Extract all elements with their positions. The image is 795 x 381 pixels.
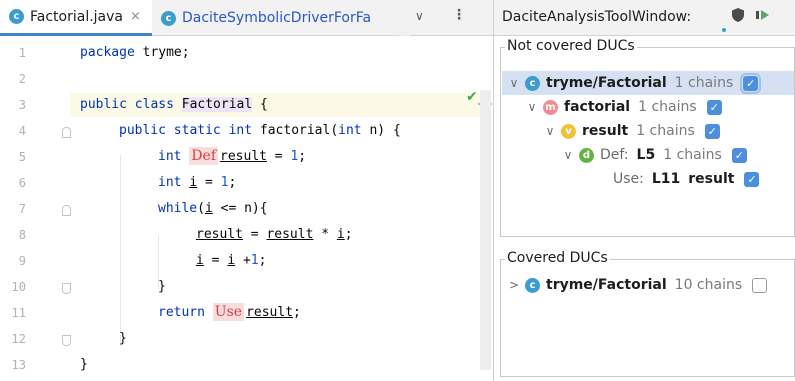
chevron-down-icon[interactable]: ∨ [507,76,521,90]
class-icon: c [525,75,540,91]
notification-dot [722,28,726,32]
indent-guide [120,155,121,345]
code-area[interactable]: package tryme; public class Factorial { … [0,37,480,381]
fold-handle-icon[interactable] [62,127,71,138]
chevron-right-icon[interactable]: > [507,278,521,292]
covered-ducs-panel: Covered DUCs > c tryme/Factorial 10 chai… [500,250,795,377]
class-icon: c [525,277,540,293]
chevron-down-icon[interactable]: ∨ [561,148,575,162]
checkbox[interactable]: ✓ [740,72,762,94]
class-name-highlight: Factorial [181,97,253,112]
chevron-down-icon[interactable]: ∨ [543,124,557,138]
line-number: 10 [11,280,26,294]
class-icon: c [161,10,176,26]
editor-tab-bar: c Factorial.java × c DaciteSymbolicDrive… [0,0,493,36]
tab-label: DaciteSymbolicDriverForFa [182,10,372,26]
use-marker[interactable]: Use [212,303,245,321]
close-icon[interactable]: × [130,9,141,24]
code-line-12: } [119,331,127,346]
fold-handle-icon[interactable] [62,205,71,216]
variable-icon: v [561,123,576,139]
def-line: L5 [636,147,656,163]
chain-count: 1 chains [636,123,695,139]
definition-icon: d [579,147,594,163]
chain-count: 1 chains [663,147,722,163]
code-editor[interactable]: c Factorial.java × c DaciteSymbolicDrive… [0,0,493,381]
node-label: result [582,123,629,139]
line-number: 3 [18,98,26,112]
tab-list-chevron-icon[interactable]: ∨ [415,9,424,23]
tree-node-class[interactable]: ∨ c tryme/Factorial 1 chains ✓ [507,71,762,95]
line-number: 6 [18,176,26,190]
line-number: 2 [18,72,26,86]
code-line-11: return Use result; [158,303,301,321]
vertical-scrollbar[interactable] [480,90,491,370]
line-number-gutter[interactable]: 1 2 3 4 5 6 7 8 9 10 11 12 13 [0,37,71,381]
chain-count: 10 chains [674,277,743,293]
dacite-tool-window: DaciteAnalysisToolWindow: Not covered DU… [494,0,795,381]
line-number: 13 [11,358,26,372]
class-icon: c [9,9,24,24]
tab-dacite-symbolic-driver[interactable]: c DaciteSymbolicDriverForFa [152,0,410,36]
line-number: 12 [11,332,26,346]
inspection-ok-icon[interactable]: ✔ [466,89,478,105]
line-number: 9 [18,254,26,268]
use-label: Use: [613,171,644,187]
shield-icon[interactable] [732,8,744,26]
run-icon[interactable] [756,8,770,26]
not-covered-ducs-panel: Not covered DUCs ∨ c tryme/Factorial 1 c… [500,38,795,237]
code-line-6: int i = 1; [158,175,237,190]
code-line-9: i = i +1; [196,253,267,268]
use-variable: result [688,171,735,187]
tool-window-title: DaciteAnalysisToolWindow: [502,9,692,25]
code-line-10: } [158,279,166,294]
not-covered-title: Not covered DUCs [505,38,637,54]
method-icon: m [543,99,558,115]
code-line-5: int Def result = 1; [158,147,307,165]
code-line-13: } [80,357,88,372]
line-number: 1 [18,46,26,60]
tree-node-variable[interactable]: ∨ v result 1 chains ✓ [543,119,720,143]
line-number: 4 [18,124,26,138]
fold-handle-icon[interactable] [62,335,71,346]
tab-factorial-java[interactable]: c Factorial.java × [0,0,152,36]
code-line-8: result = result * i; [196,227,353,242]
chain-count: 1 chains [638,99,697,115]
more-options-icon[interactable]: ⋮ [452,7,466,23]
line-number: 5 [18,150,26,164]
covered-title: Covered DUCs [505,250,610,266]
node-label: factorial [564,99,631,115]
node-label: tryme/Factorial [546,75,667,91]
fold-handle-icon[interactable] [62,283,71,294]
node-label: tryme/Factorial [546,277,667,293]
use-line: L11 [651,171,681,187]
checkbox[interactable]: ✓ [704,123,720,139]
tree-node-method[interactable]: ∨ m factorial 1 chains ✓ [525,95,722,119]
tree-node-use[interactable]: Use: L11 result ✓ [613,167,760,191]
def-label: Def: [600,147,629,163]
tree-node-def[interactable]: ∨ d Def: L5 1 chains ✓ [561,143,747,167]
chevron-down-icon[interactable]: ∨ [525,100,539,114]
tab-label: Factorial.java [30,8,123,25]
checkbox[interactable]: ✓ [731,147,747,163]
checkbox[interactable]: ✓ [706,99,722,115]
checkbox[interactable] [752,277,768,293]
line-number: 7 [18,202,26,216]
def-marker[interactable]: Def [189,147,219,165]
tree-node-class[interactable]: > c tryme/Factorial 10 chains [507,273,768,297]
code-line-1: package tryme; [80,45,190,60]
line-number: 8 [18,228,26,242]
chain-count: 1 chains [674,75,734,91]
code-line-3: public class Factorial { [80,97,268,112]
line-number: 11 [11,306,26,320]
code-line-7: while(i <= n){ [158,201,268,216]
checkbox[interactable]: ✓ [744,171,760,187]
tool-window-header: DaciteAnalysisToolWindow: [494,0,795,36]
code-line-4: public static int factorial(int n) { [119,123,401,138]
